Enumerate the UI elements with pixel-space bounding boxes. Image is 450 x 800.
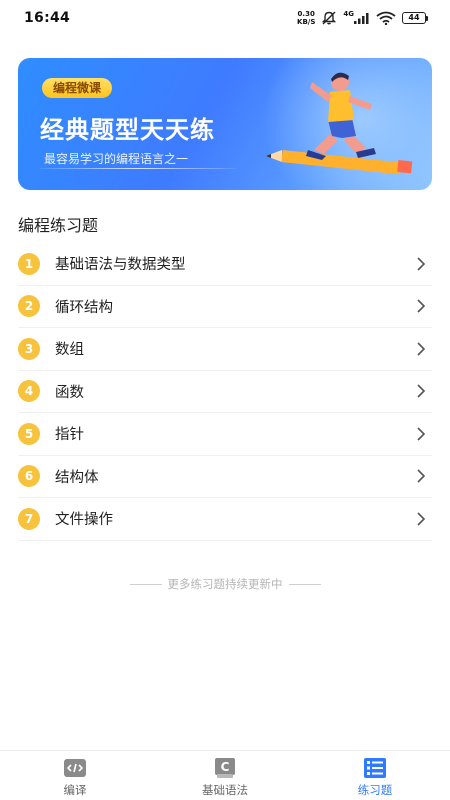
item-number: 6 [18,465,40,488]
item-label: 数组 [55,342,84,359]
chevron-right-icon [414,427,428,441]
c-book-icon: C [213,756,237,780]
mute-icon [321,11,337,25]
note-text: 更多练习题持续更新中 [167,577,283,591]
banner-divider [40,168,236,169]
nav-label: 练习题 [357,783,393,797]
exercise-item-3[interactable]: 3 数组 [18,328,432,371]
item-number: 3 [18,337,40,360]
chevron-right-icon [414,512,428,526]
item-number: 7 [18,507,40,530]
net-speed: 0.30 KB/S [297,10,315,26]
exercise-item-5[interactable]: 5 指针 [18,413,432,456]
chevron-right-icon [414,342,428,356]
net-speed-unit: KB/S [297,18,316,26]
divider-line [129,583,162,585]
banner-title: 经典题型天天练 [40,116,215,144]
status-bar: 16:44 0.30 KB/S 4G 44 [0,0,450,36]
item-label: 循环结构 [55,299,113,316]
item-label: 指针 [55,427,84,444]
item-label: 基础语法与数据类型 [55,257,186,274]
nav-tab-compile[interactable]: 编译 [0,751,150,800]
exercise-item-2[interactable]: 2 循环结构 [18,286,432,328]
banner-subtitle: 最容易学习的编程语言之一 [44,152,189,166]
chevron-right-icon [414,384,428,398]
list-icon [363,756,387,780]
exercise-item-1[interactable]: 1 基础语法与数据类型 [18,243,432,286]
divider-line [288,583,321,585]
item-label: 文件操作 [55,512,113,529]
more-coming-note: 更多练习题持续更新中 [0,576,450,592]
bottom-nav: 编译 C 基础语法 练习题 [0,750,450,800]
nav-label: 编译 [63,783,87,797]
code-icon [63,756,87,780]
item-label: 函数 [55,384,84,401]
nav-tab-basic-syntax[interactable]: C 基础语法 [150,751,300,800]
section-title: 编程练习题 [18,216,99,235]
status-indicators: 0.30 KB/S 4G 44 [297,10,428,26]
signal-icon: 4G [343,10,370,24]
exercise-item-6[interactable]: 6 结构体 [18,456,432,498]
item-number: 5 [18,422,40,445]
promo-banner[interactable]: 编程微课 经典题型天天练 最容易学习的编程语言之一 [18,58,432,190]
status-time: 16:44 [24,10,71,26]
exercise-item-7[interactable]: 7 文件操作 [18,498,432,541]
nav-label: 基础语法 [202,783,248,797]
battery-icon: 44 [402,12,428,24]
exercise-list: 1 基础语法与数据类型 2 循环结构 3 数组 4 函数 5 指针 6 结构体 … [18,243,432,541]
surfer-illustration [266,72,413,175]
chevron-right-icon [414,469,428,483]
network-type: 4G [343,10,354,18]
battery-level: 44 [402,12,426,24]
wifi-icon [376,11,396,25]
net-speed-value: 0.30 [297,10,315,18]
chevron-right-icon [414,257,428,271]
item-label: 结构体 [55,469,99,486]
nav-tab-exercises[interactable]: 练习题 [300,751,450,800]
item-number: 2 [18,295,40,318]
item-number: 4 [18,380,40,403]
exercise-item-4[interactable]: 4 函数 [18,371,432,413]
chevron-right-icon [414,299,428,313]
item-number: 1 [18,252,40,275]
banner-badge: 编程微课 [42,78,113,98]
svg-text:C: C [221,760,230,774]
